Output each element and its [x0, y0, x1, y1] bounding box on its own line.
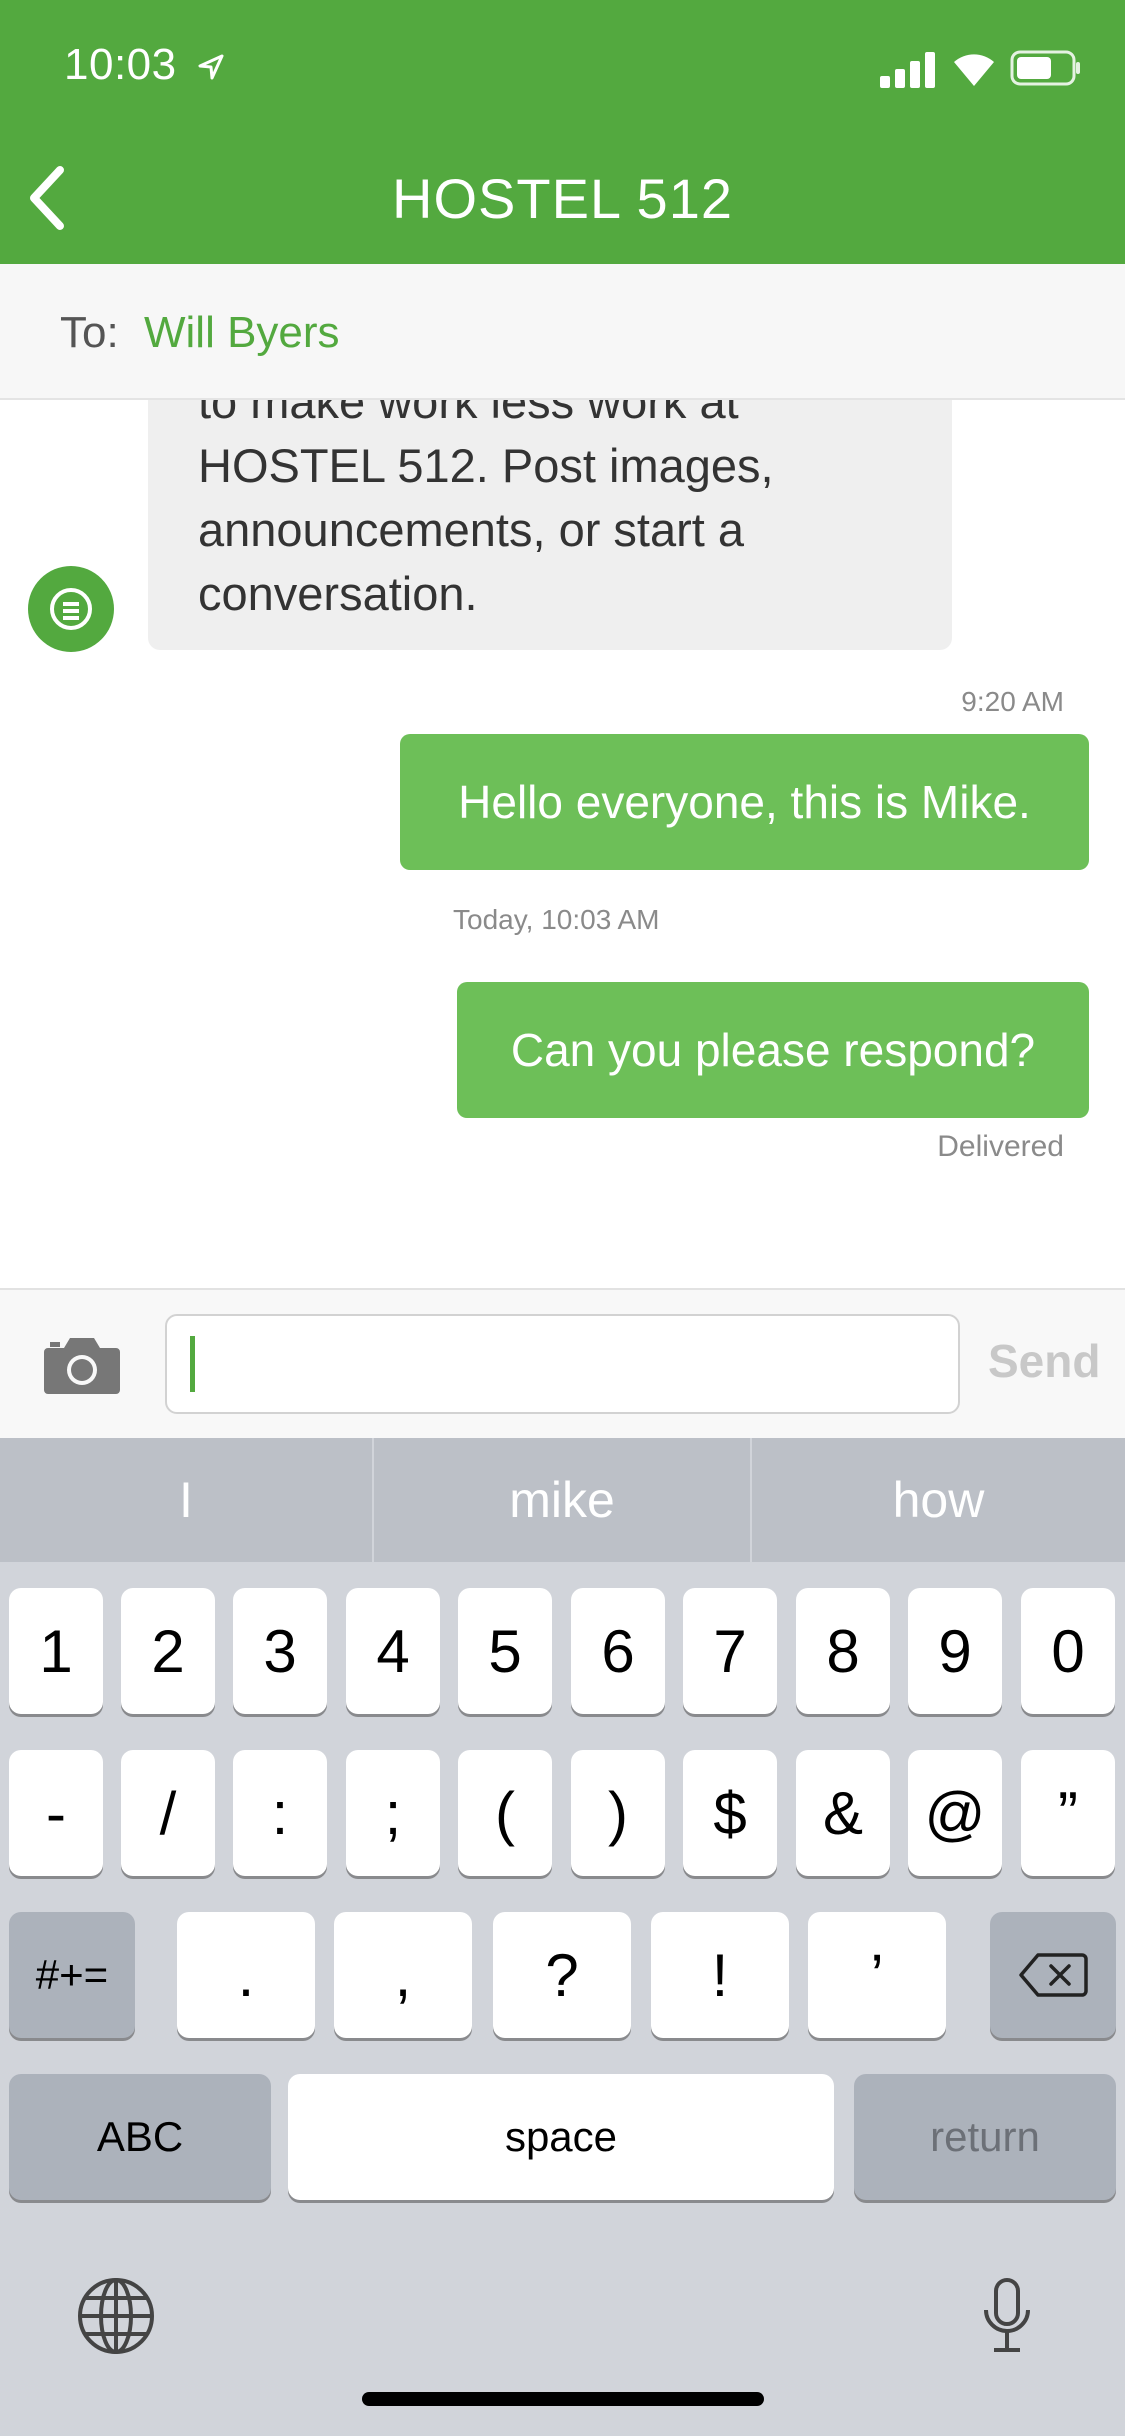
key[interactable]: 7: [683, 1588, 777, 1714]
space-key[interactable]: space: [288, 2074, 834, 2200]
backspace-icon: [1019, 1953, 1088, 1997]
key[interactable]: &: [796, 1750, 890, 1876]
bot-avatar-icon: [28, 566, 114, 652]
suggestion-item[interactable]: mike: [374, 1438, 750, 1562]
key[interactable]: !: [651, 1912, 789, 2038]
signal-icon: [880, 52, 935, 88]
message-timestamp: Today, 10:03 AM: [453, 904, 660, 935]
key[interactable]: ”: [1021, 1750, 1115, 1876]
abc-key[interactable]: ABC: [9, 2074, 271, 2200]
location-arrow-icon: [198, 54, 224, 80]
key[interactable]: -: [9, 1750, 103, 1876]
text-cursor: [190, 1336, 195, 1392]
camera-icon[interactable]: [42, 1334, 122, 1396]
message-line: to make work less work at: [198, 400, 739, 428]
key[interactable]: 9: [908, 1588, 1002, 1714]
key[interactable]: ;: [346, 1750, 440, 1876]
message-input[interactable]: [165, 1314, 960, 1414]
key[interactable]: @: [908, 1750, 1002, 1876]
key[interactable]: :: [233, 1750, 327, 1876]
recipient-bar[interactable]: To: Will Byers: [0, 264, 1125, 400]
battery-icon: [1010, 50, 1080, 86]
globe-icon[interactable]: [76, 2276, 156, 2356]
key[interactable]: $: [683, 1750, 777, 1876]
status-time: 10:03: [64, 40, 177, 89]
return-key[interactable]: return: [854, 2074, 1116, 2200]
message-timestamp: 9:20 AM: [961, 686, 1064, 717]
to-label: To:: [60, 308, 119, 357]
key[interactable]: .: [177, 1912, 315, 2038]
suggestion-item[interactable]: how: [752, 1438, 1125, 1562]
keyboard: I mike how 1 2 3 4 5 6 7 8 9 0 - / : ; (…: [0, 1438, 1125, 2436]
home-indicator: [362, 2392, 764, 2406]
incoming-message-bubble: to make work less work at HOSTEL 512. Po…: [148, 400, 952, 650]
key[interactable]: /: [121, 1750, 215, 1876]
message-line: announcements, or start a: [198, 503, 745, 556]
wifi-icon: [954, 54, 994, 86]
key[interactable]: 3: [233, 1588, 327, 1714]
key[interactable]: 6: [571, 1588, 665, 1714]
key[interactable]: 1: [9, 1588, 103, 1714]
key[interactable]: ’: [808, 1912, 946, 2038]
key[interactable]: ?: [493, 1912, 631, 2038]
message-thread[interactable]: to make work less work at HOSTEL 512. Po…: [0, 400, 1125, 1288]
message-line: HOSTEL 512. Post images,: [198, 439, 774, 492]
symbols-key[interactable]: #+=: [9, 1912, 135, 2038]
key[interactable]: 4: [346, 1588, 440, 1714]
message-composer: Send: [0, 1288, 1125, 1438]
recipient-name[interactable]: Will Byers: [144, 308, 340, 358]
app-header: 10:03 HOSTEL 512: [0, 0, 1125, 264]
key[interactable]: 5: [458, 1588, 552, 1714]
backspace-key[interactable]: [990, 1912, 1116, 2038]
key[interactable]: ): [571, 1750, 665, 1876]
key[interactable]: (: [458, 1750, 552, 1876]
suggestion-bar: I mike how: [0, 1438, 1125, 1562]
send-button[interactable]: Send: [988, 1334, 1100, 1388]
page-title: HOSTEL 512: [392, 167, 733, 230]
key[interactable]: 0: [1021, 1588, 1115, 1714]
delivery-status: Delivered: [937, 1130, 1064, 1163]
key[interactable]: 8: [796, 1588, 890, 1714]
suggestion-item[interactable]: I: [0, 1438, 372, 1562]
key[interactable]: ,: [334, 1912, 472, 2038]
message-line: conversation.: [198, 567, 478, 620]
key[interactable]: 2: [121, 1588, 215, 1714]
microphone-icon[interactable]: [980, 2276, 1034, 2356]
outgoing-message-bubble: Can you please respond?: [457, 982, 1089, 1118]
outgoing-message-bubble: Hello everyone, this is Mike.: [400, 734, 1089, 870]
